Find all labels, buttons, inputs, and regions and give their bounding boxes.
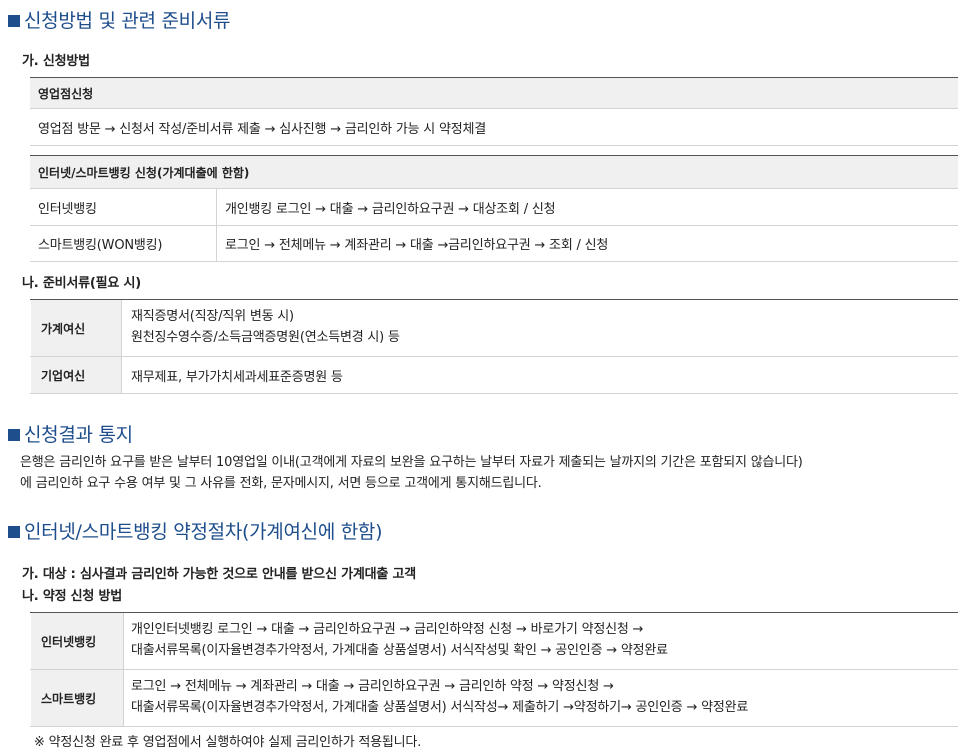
docs-business-line1: 재무제표, 부가가치세과세표준증명원 등 xyxy=(131,369,343,385)
agree-internet-line2: 대출서류목록(이자율변경추가약정서, 가계대출 상품설명서) 서식작성및 확인 … xyxy=(131,643,668,658)
table-top-border xyxy=(30,299,958,300)
section-title-application-method: 신청방법 및 관련 준비서류 xyxy=(8,6,231,33)
agree-smart-line1: 로그인 → 전체메뉴 → 계좌관리 → 대출 → 금리인하요구권 → 금리인하 … xyxy=(131,679,614,694)
section-title-text: 신청결과 통지 xyxy=(24,424,133,446)
column-divider xyxy=(216,189,217,261)
docs-label-business: 기업여신 xyxy=(31,357,121,393)
column-divider xyxy=(121,300,122,393)
agreement-note: ※ 약정신청 완료 후 영업점에서 실행하여야 실제 금리인하가 적용됩니다. xyxy=(34,735,422,750)
agree-label-internet: 인터넷뱅킹 xyxy=(31,613,123,669)
divider xyxy=(30,261,958,262)
agree-internet-line1: 개인인터넷뱅킹 로그인 → 대출 → 금리인하요구권 → 금리인하약정 신청 →… xyxy=(131,622,644,637)
square-bullet-icon xyxy=(8,429,20,441)
divider xyxy=(30,393,958,394)
subheading-target: 가. 대상 : 심사결과 금리인하 가능한 것으로 안내를 받으신 가계대출 고… xyxy=(22,567,417,582)
square-bullet-icon xyxy=(8,526,20,538)
docs-household-line2: 원천징수영수증/소득금액증명원(연소득변경 시) 등 xyxy=(131,330,400,345)
subheading-application-method: 가. 신청방법 xyxy=(22,54,90,69)
online-label-smart: 스마트뱅킹(WON뱅킹) xyxy=(38,238,163,253)
section-title-text: 인터넷/스마트뱅킹 약정절차(가계여신에 한함) xyxy=(24,521,383,543)
square-bullet-icon xyxy=(8,15,20,27)
table-top-border xyxy=(30,612,958,613)
section-title-text: 신청방법 및 관련 준비서류 xyxy=(24,10,231,32)
docs-household-line1: 재직증명서(직장/직위 변동 시) xyxy=(131,309,294,324)
docs-label-household: 가계여신 xyxy=(31,300,121,356)
online-steps-smart: 로그인 → 전체메뉴 → 계좌관리 → 대출 →금리인하요구권 → 조회 / 신… xyxy=(225,238,609,253)
divider xyxy=(30,669,958,670)
notice-line2: 에 금리인하 요구 수용 여부 및 그 사유를 전화, 문자메시지, 서면 등으… xyxy=(20,476,542,491)
divider xyxy=(30,726,958,727)
agree-label-smart: 스마트뱅킹 xyxy=(31,670,123,726)
notice-line1: 은행은 금리인하 요구를 받은 날부터 10영업일 이내(고객에게 자료의 보완… xyxy=(20,455,803,470)
online-header: 인터넷/스마트뱅킹 신청(가계대출에 한함) xyxy=(30,156,958,188)
branch-header: 영업점신청 xyxy=(30,78,958,108)
agree-smart-line2: 대출서류목록(이자율변경추가약정서, 가계대출 상품설명서) 서식작성→ 제출하… xyxy=(131,700,749,715)
branch-steps: 영업점 방문 → 신청서 작성/준비서류 제출 → 심사진행 → 금리인하 가능… xyxy=(38,121,487,137)
online-label-internet: 인터넷뱅킹 xyxy=(38,201,97,217)
section-title-result-notice: 신청결과 통지 xyxy=(8,420,133,447)
online-steps-internet: 개인뱅킹 로그인 → 대출 → 금리인하요구권 → 대상조회 / 신청 xyxy=(225,201,556,217)
section-title-agreement-procedure: 인터넷/스마트뱅킹 약정절차(가계여신에 한함) xyxy=(8,517,383,544)
subheading-documents: 나. 준비서류(필요 시) xyxy=(22,276,141,291)
subheading-agreement-method: 나. 약정 신청 방법 xyxy=(22,589,123,604)
column-divider xyxy=(123,613,124,726)
divider xyxy=(30,145,958,146)
